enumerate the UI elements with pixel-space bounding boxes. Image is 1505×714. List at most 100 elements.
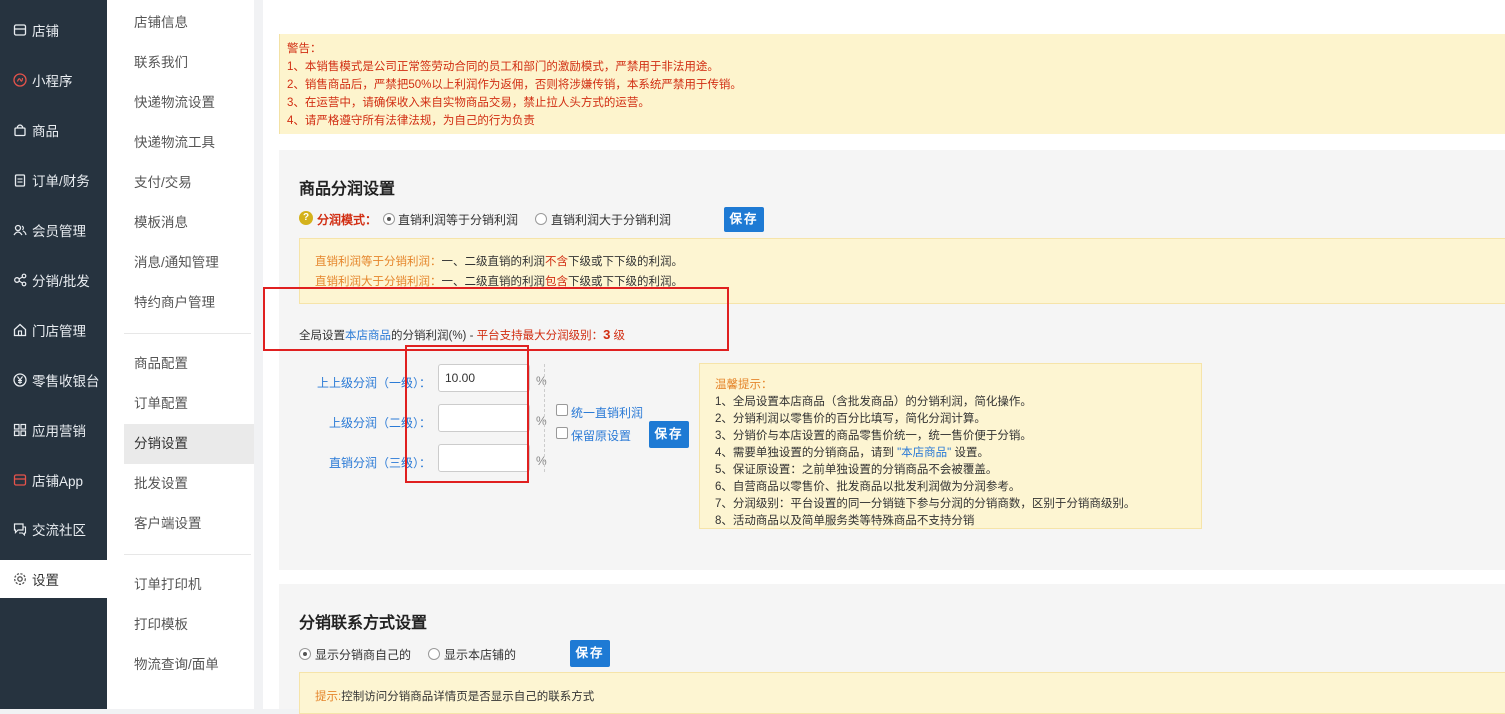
submenu-item-logistics-query[interactable]: 物流查询/面单 [124,645,254,685]
sidebar-item-label: 店铺 [32,24,59,39]
global-setting-label: 全局设置本店商品的分销利润(%) - 平台支持最大分润级别：3 级 [299,327,626,342]
tips-title: 温馨提示： [715,379,773,391]
sidebar-item-label: 小程序 [32,74,73,89]
sidebar-item-label: 分销/批发 [32,274,90,289]
alert-line: 3、在运营中，请确保收入来自实物商品交易，禁止拉人头方式的运营。 [287,97,650,109]
mode-radio-equal[interactable] [383,213,395,225]
clipboard-icon [12,173,27,188]
contact-settings-panel: 分销联系方式设置 显示分销商自己的 显示本店铺的 保存 提示:控制访问分销商品详… [279,584,1505,714]
contact-option-own[interactable]: 显示分销商自己的 [315,646,411,663]
unify-direct-profit-checkbox[interactable] [556,404,568,416]
level3-label: 直销分润（三级）： [328,456,431,470]
alert-title: 警告： [287,43,322,55]
mode-radio-greater[interactable] [535,213,547,225]
sidebar-item-settings[interactable]: 设置 [0,560,107,598]
contact-radio-own[interactable] [299,648,311,660]
sidebar-item-orders[interactable]: 订单/财务 [0,161,107,199]
sidebar-item-members[interactable]: 会员管理 [0,211,107,249]
alert-line: 4、请严格遵守所有法律法规，为自己的行为负责 [287,115,535,127]
submenu-item-store-info[interactable]: 店铺信息 [124,3,254,43]
contact-option-store[interactable]: 显示本店铺的 [444,646,516,663]
tips-box: 温馨提示： 1、全局设置本店商品（含批发商品）的分销利润，简化操作。 2、分销利… [699,363,1202,529]
submenu-item-notifications[interactable]: 消息/通知管理 [124,243,254,283]
submenu-item-wholesale-settings[interactable]: 批发设置 [124,464,254,504]
yen-icon [12,373,27,388]
level1-label: 上上级分润（一级）： [316,376,431,390]
tip-line: 1、全局设置本店商品（含批发商品）的分销利润，简化操作。 [715,396,1032,408]
submenu-item-special-merchant[interactable]: 特约商户管理 [124,283,254,323]
warning-alert: 警告： 1、本销售模式是公司正常签劳动合同的员工和部门的激励模式，严禁用于非法用… [279,34,1505,134]
sidebar-item-label: 订单/财务 [32,174,90,189]
tip-line: 5、保证原设置：之前单独设置的分销商品不会被覆盖。 [715,464,998,476]
submenu-divider [124,333,251,334]
sidebar-item-pos[interactable]: 零售收银台 [0,361,107,399]
main-sidebar: 店铺 小程序 商品 订单/财务 会员管理 分销/批发 门店管理 零售收银台 应用… [0,0,107,709]
submenu-item-order-config[interactable]: 订单配置 [124,384,254,424]
app-icon [12,473,27,488]
submenu-item-payment[interactable]: 支付/交易 [124,163,254,203]
gear-icon [12,572,27,587]
miniprogram-icon [12,73,27,88]
help-icon[interactable]: ? [299,211,313,225]
keep-original-label[interactable]: 保留原设置 [571,427,631,444]
submenu-item-template-msg[interactable]: 模板消息 [124,203,254,243]
sidebar-item-label: 交流社区 [32,523,86,538]
sidebar-item-label: 商品 [32,124,59,139]
sidebar-item-label: 会员管理 [32,224,86,239]
unify-direct-profit-label[interactable]: 统一直销利润 [571,404,643,421]
bag-icon [12,123,27,138]
submenu-item-express-settings[interactable]: 快递物流设置 [124,83,254,123]
submenu-item-express-tools[interactable]: 快递物流工具 [124,123,254,163]
submenu-item-goods-config[interactable]: 商品配置 [124,344,254,384]
tip-line: 4、需要单独设置的分销商品，请到 "本店商品" 设置。 [715,447,989,459]
sidebar-item-store[interactable]: 店铺 [0,11,107,49]
sidebar-item-storeapp[interactable]: 店铺App [0,461,107,499]
store-icon [12,23,27,38]
mode-label: 分润模式： [317,213,378,227]
alert-line: 1、本销售模式是公司正常签劳动合同的员工和部门的激励模式，严禁用于非法用途。 [287,61,719,73]
contact-hint: 提示:控制访问分销商品详情页是否显示自己的联系方式 [299,672,1505,714]
level3-input[interactable] [438,444,530,472]
users-icon [12,223,27,238]
submenu-divider [124,554,251,555]
sidebar-item-marketing[interactable]: 应用营销 [0,411,107,449]
contact-radio-store[interactable] [428,648,440,660]
level2-label: 上级分润（二级）： [328,416,431,430]
share-icon [12,273,27,288]
settings-submenu: 店铺信息 联系我们 快递物流设置 快递物流工具 支付/交易 模板消息 消息/通知… [107,0,254,709]
percent-sign: % [536,454,547,468]
main-content: 警告： 1、本销售模式是公司正常签劳动合同的员工和部门的激励模式，严禁用于非法用… [263,0,1505,714]
submenu-item-order-printer[interactable]: 订单打印机 [124,565,254,605]
level2-input[interactable] [438,404,530,432]
store-goods-tip-link[interactable]: "本店商品" [897,447,951,459]
mode-explanation: 直销利润等于分销利润：一、二级直销的利润不含下级或下下级的利润。 直销利润大于分… [299,238,1505,304]
store-goods-link[interactable]: 本店商品 [345,330,391,342]
sidebar-item-goods[interactable]: 商品 [0,111,107,149]
sidebar-item-distribution[interactable]: 分销/批发 [0,261,107,299]
submenu-item-distribution-settings[interactable]: 分销设置 [124,424,254,464]
keep-original-checkbox[interactable] [556,427,568,439]
tip-line: 7、分润级别：平台设置的同一分销链下参与分润的分销商数，区别于分销商级别。 [715,498,1136,510]
sidebar-item-miniprogram[interactable]: 小程序 [0,61,107,99]
save-mode-button[interactable]: 保存 [724,207,764,232]
panel-title: 分销联系方式设置 [299,615,428,632]
sidebar-item-label: 设置 [32,573,59,588]
tip-line: 8、活动商品以及简单服务类等特殊商品不支持分销 [715,515,975,527]
alert-line: 2、销售商品后，严禁把50%以上利润作为返佣，否则将涉嫌传销，本系统严禁用于传销… [287,79,742,91]
submenu-item-print-template[interactable]: 打印模板 [124,605,254,645]
panel-title: 商品分润设置 [299,181,396,198]
level1-input[interactable] [438,364,530,392]
submenu-item-client-settings[interactable]: 客户端设置 [124,504,254,544]
save-levels-button[interactable]: 保存 [649,421,689,448]
sidebar-item-label: 零售收银台 [32,374,100,389]
mode-option-equal[interactable]: 直销利润等于分销利润 [398,211,518,228]
save-contact-button[interactable]: 保存 [570,640,610,667]
tip-line: 3、分销价与本店设置的商品零售价统一，统一售价便于分销。 [715,430,1032,442]
tip-line: 2、分销利润以零售价的百分比填写，简化分润计算。 [715,413,986,425]
mode-option-greater[interactable]: 直销利润大于分销利润 [551,211,671,228]
submenu-item-contact[interactable]: 联系我们 [124,43,254,83]
sidebar-item-label: 门店管理 [32,324,86,339]
sidebar-item-community[interactable]: 交流社区 [0,510,107,548]
sidebar-item-stores[interactable]: 门店管理 [0,311,107,349]
divider [544,364,545,472]
